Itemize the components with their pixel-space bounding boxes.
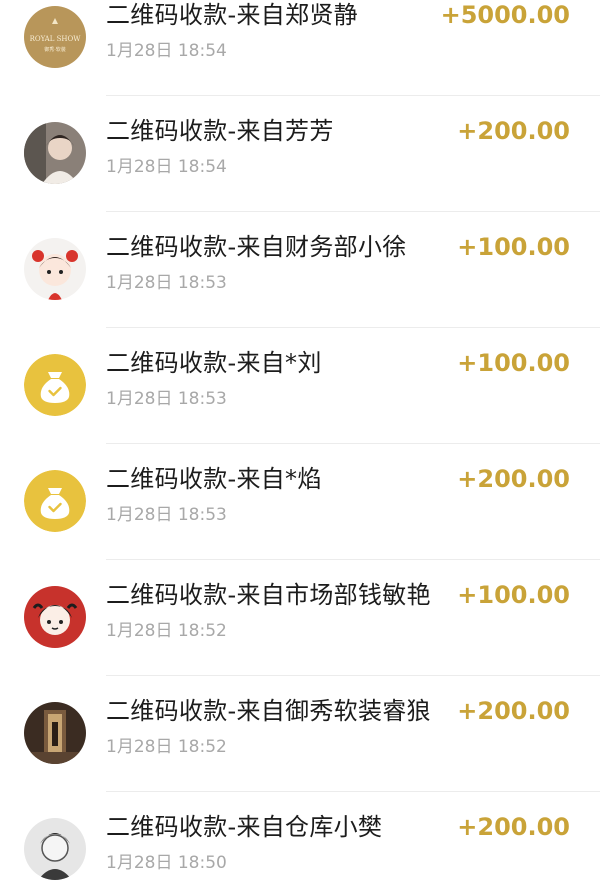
transaction-title: 二维码收款-来自*刘 xyxy=(106,349,322,377)
transaction-row[interactable]: 二维码收款-来自*刘 1月28日 18:53 +100.00 xyxy=(0,328,600,444)
transaction-row[interactable]: 二维码收款-来自御秀软装睿狼 1月28日 18:52 +200.00 xyxy=(0,676,600,792)
transaction-amount: +5000.00 xyxy=(440,1,570,29)
transaction-title: 二维码收款-来自财务部小徐 xyxy=(106,233,407,261)
transaction-list: ROYAL SHOW 御秀·软装 二维码收款-来自郑贤静 1月28日 18:54… xyxy=(0,0,600,886)
transaction-title: 二维码收款-来自市场部钱敏艳 xyxy=(106,581,431,609)
transaction-amount: +100.00 xyxy=(457,581,570,609)
photo-interior-avatar xyxy=(24,702,86,764)
transaction-row[interactable]: ROYAL SHOW 御秀·软装 二维码收款-来自郑贤静 1月28日 18:54… xyxy=(0,0,600,96)
photo-person-avatar xyxy=(24,818,86,880)
transaction-time: 1月28日 18:52 xyxy=(106,737,227,757)
transaction-row[interactable]: 二维码收款-来自财务部小徐 1月28日 18:53 +100.00 xyxy=(0,212,600,328)
transaction-row[interactable]: 二维码收款-来自*焰 1月28日 18:53 +200.00 xyxy=(0,444,600,560)
transaction-time: 1月28日 18:53 xyxy=(106,505,227,525)
transaction-amount: +100.00 xyxy=(457,233,570,261)
transaction-row[interactable]: 二维码收款-来自仓库小樊 1月28日 18:50 +200.00 xyxy=(0,792,600,886)
money-bag-icon xyxy=(24,354,86,416)
cartoon-girl-avatar xyxy=(24,238,86,300)
transaction-amount: +200.00 xyxy=(457,117,570,145)
transaction-time: 1月28日 18:54 xyxy=(106,157,227,177)
money-bag-icon xyxy=(24,470,86,532)
photo-woman-avatar xyxy=(24,122,86,184)
transaction-amount: +200.00 xyxy=(457,813,570,841)
transaction-time: 1月28日 18:53 xyxy=(106,389,227,409)
transaction-title: 二维码收款-来自仓库小樊 xyxy=(106,813,383,841)
transaction-time: 1月28日 18:50 xyxy=(106,853,227,873)
transaction-amount: +200.00 xyxy=(457,465,570,493)
transaction-row[interactable]: 二维码收款-来自芳芳 1月28日 18:54 +200.00 xyxy=(0,96,600,212)
transaction-time: 1月28日 18:52 xyxy=(106,621,227,641)
transaction-amount: +200.00 xyxy=(457,697,570,725)
svg-text:御秀·软装: 御秀·软装 xyxy=(44,46,66,53)
transaction-title: 二维码收款-来自*焰 xyxy=(106,465,322,493)
transaction-title: 二维码收款-来自郑贤静 xyxy=(106,1,358,29)
transaction-time: 1月28日 18:54 xyxy=(106,41,227,61)
transaction-time: 1月28日 18:53 xyxy=(106,273,227,293)
transaction-amount: +100.00 xyxy=(457,349,570,377)
transaction-title: 二维码收款-来自芳芳 xyxy=(106,117,334,145)
royalshow-logo-avatar: ROYAL SHOW 御秀·软装 xyxy=(24,6,86,68)
svg-text:ROYAL SHOW: ROYAL SHOW xyxy=(30,35,82,43)
transaction-row[interactable]: 二维码收款-来自市场部钱敏艳 1月28日 18:52 +100.00 xyxy=(0,560,600,676)
cartoon-girl-avatar xyxy=(24,586,86,648)
transaction-title: 二维码收款-来自御秀软装睿狼 xyxy=(106,697,431,725)
